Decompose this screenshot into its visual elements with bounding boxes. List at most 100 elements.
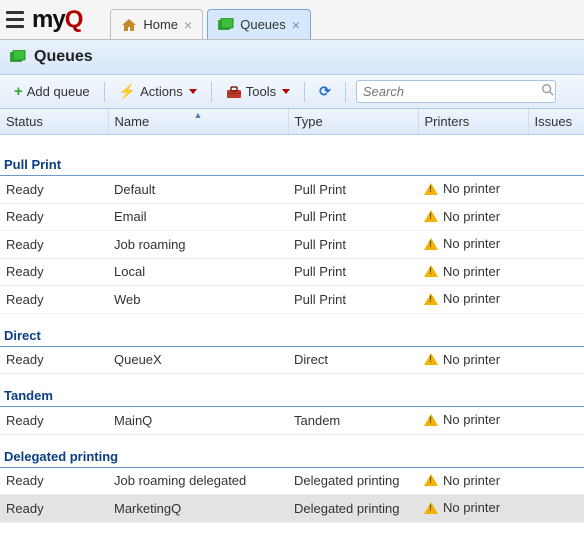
cell-type: Tandem bbox=[288, 407, 418, 435]
no-printer-label: No printer bbox=[443, 236, 500, 251]
page-title: Queues bbox=[34, 48, 93, 66]
refresh-icon: ⟳ bbox=[319, 83, 331, 100]
group-header[interactable]: Direct bbox=[0, 313, 584, 346]
group-header[interactable]: Delegated printing bbox=[0, 434, 584, 467]
cell-issues bbox=[528, 346, 584, 374]
cell-status: Ready bbox=[0, 231, 108, 259]
cell-status: Ready bbox=[0, 176, 108, 204]
cell-printers: No printer bbox=[418, 286, 528, 314]
table-row[interactable]: ReadyMarketingQDelegated printing No prin… bbox=[0, 495, 584, 523]
chevron-down-icon bbox=[189, 89, 197, 94]
cell-issues bbox=[528, 286, 584, 314]
warning-icon bbox=[424, 183, 438, 195]
no-printer-label: No printer bbox=[443, 412, 500, 427]
table-row[interactable]: ReadyJob roaming delegatedDelegated prin… bbox=[0, 467, 584, 495]
separator bbox=[304, 82, 305, 102]
cell-printers: No printer bbox=[418, 407, 528, 435]
cell-issues bbox=[528, 203, 584, 231]
add-queue-button[interactable]: + Add queue bbox=[6, 80, 98, 103]
tab-queues[interactable]: Queues × bbox=[207, 9, 311, 39]
plus-icon: + bbox=[14, 84, 23, 99]
cell-type: Delegated printing bbox=[288, 467, 418, 495]
cell-status: Ready bbox=[0, 495, 108, 523]
cell-printers: No printer bbox=[418, 231, 528, 259]
no-printer-badge: No printer bbox=[424, 500, 500, 515]
cell-name: MarketingQ bbox=[108, 495, 288, 523]
search-icon[interactable] bbox=[541, 83, 555, 100]
button-label: Tools bbox=[246, 84, 276, 99]
search-input[interactable] bbox=[363, 84, 541, 99]
no-printer-badge: No printer bbox=[424, 412, 500, 427]
col-printers[interactable]: Printers bbox=[418, 109, 528, 135]
group-title: Direct bbox=[0, 313, 584, 346]
table-row[interactable]: ReadyDefaultPull PrintNo printer bbox=[0, 176, 584, 204]
button-label: Add queue bbox=[27, 84, 90, 99]
cell-type: Pull Print bbox=[288, 258, 418, 286]
cell-name: MainQ bbox=[108, 407, 288, 435]
no-printer-badge: No printer bbox=[424, 181, 500, 196]
col-type[interactable]: Type bbox=[288, 109, 418, 135]
menu-button[interactable] bbox=[0, 5, 30, 35]
cell-type: Delegated printing bbox=[288, 495, 418, 523]
cell-status: Ready bbox=[0, 467, 108, 495]
toolbar: + Add queue ⚡ Actions Tools ⟳ bbox=[0, 75, 584, 109]
tab-label: Home bbox=[143, 17, 178, 32]
table-header-row: Status ▲Name Type Printers Issues bbox=[0, 109, 584, 135]
group-header[interactable]: Pull Print bbox=[0, 135, 584, 176]
no-printer-label: No printer bbox=[443, 500, 500, 515]
cell-status: Ready bbox=[0, 407, 108, 435]
cell-name: QueueX bbox=[108, 346, 288, 374]
separator bbox=[104, 82, 105, 102]
queues-icon bbox=[218, 18, 234, 32]
table-body: Pull PrintReadyDefaultPull PrintNo print… bbox=[0, 135, 584, 523]
cell-type: Pull Print bbox=[288, 286, 418, 314]
cell-type: Pull Print bbox=[288, 231, 418, 259]
cell-printers: No printer bbox=[418, 176, 528, 204]
cell-type: Direct bbox=[288, 346, 418, 374]
brand-part1: my bbox=[32, 6, 65, 34]
refresh-button[interactable]: ⟳ bbox=[311, 79, 339, 104]
warning-icon bbox=[424, 210, 438, 222]
tools-dropdown[interactable]: Tools bbox=[218, 80, 298, 103]
col-issues[interactable]: Issues bbox=[528, 109, 584, 135]
col-status[interactable]: Status bbox=[0, 109, 108, 135]
table-row[interactable]: ReadyWebPull PrintNo printer bbox=[0, 286, 584, 314]
button-label: Actions bbox=[140, 84, 183, 99]
close-icon[interactable]: × bbox=[292, 18, 300, 32]
no-printer-label: No printer bbox=[443, 473, 500, 488]
warning-icon bbox=[424, 353, 438, 365]
lightning-icon: ⚡ bbox=[119, 83, 136, 100]
cell-issues bbox=[528, 495, 584, 523]
cell-name: Web bbox=[108, 286, 288, 314]
toolbox-icon bbox=[226, 85, 242, 99]
cell-issues bbox=[528, 467, 584, 495]
no-printer-label: No printer bbox=[443, 291, 500, 306]
sort-asc-icon: ▲ bbox=[194, 110, 203, 120]
col-name[interactable]: ▲Name bbox=[108, 109, 288, 135]
table-row[interactable]: ReadyQueueXDirectNo printer bbox=[0, 346, 584, 374]
cell-name: Email bbox=[108, 203, 288, 231]
close-icon[interactable]: × bbox=[184, 18, 192, 32]
no-printer-badge: No printer bbox=[424, 236, 500, 251]
table-row[interactable]: ReadyEmailPull PrintNo printer bbox=[0, 203, 584, 231]
table-row[interactable]: ReadyJob roamingPull Print No printer bbox=[0, 231, 584, 259]
table-row[interactable]: ReadyMainQTandem No printer bbox=[0, 407, 584, 435]
group-title: Delegated printing bbox=[0, 434, 584, 467]
group-header[interactable]: Tandem bbox=[0, 374, 584, 407]
warning-icon bbox=[424, 265, 438, 277]
brand-logo: myQ bbox=[32, 6, 82, 34]
cell-name: Job roaming bbox=[108, 231, 288, 259]
actions-dropdown[interactable]: ⚡ Actions bbox=[111, 79, 205, 104]
warning-icon bbox=[424, 293, 438, 305]
search-field[interactable] bbox=[356, 80, 556, 103]
cell-status: Ready bbox=[0, 258, 108, 286]
no-printer-label: No printer bbox=[443, 209, 500, 224]
cell-issues bbox=[528, 407, 584, 435]
tab-home[interactable]: Home × bbox=[110, 9, 203, 39]
no-printer-label: No printer bbox=[443, 264, 500, 279]
cell-printers: No printer bbox=[418, 258, 528, 286]
group-title: Tandem bbox=[0, 374, 584, 407]
top-bar: myQ Home × Queues × bbox=[0, 0, 584, 40]
table-row[interactable]: ReadyLocalPull PrintNo printer bbox=[0, 258, 584, 286]
no-printer-badge: No printer bbox=[424, 473, 500, 488]
